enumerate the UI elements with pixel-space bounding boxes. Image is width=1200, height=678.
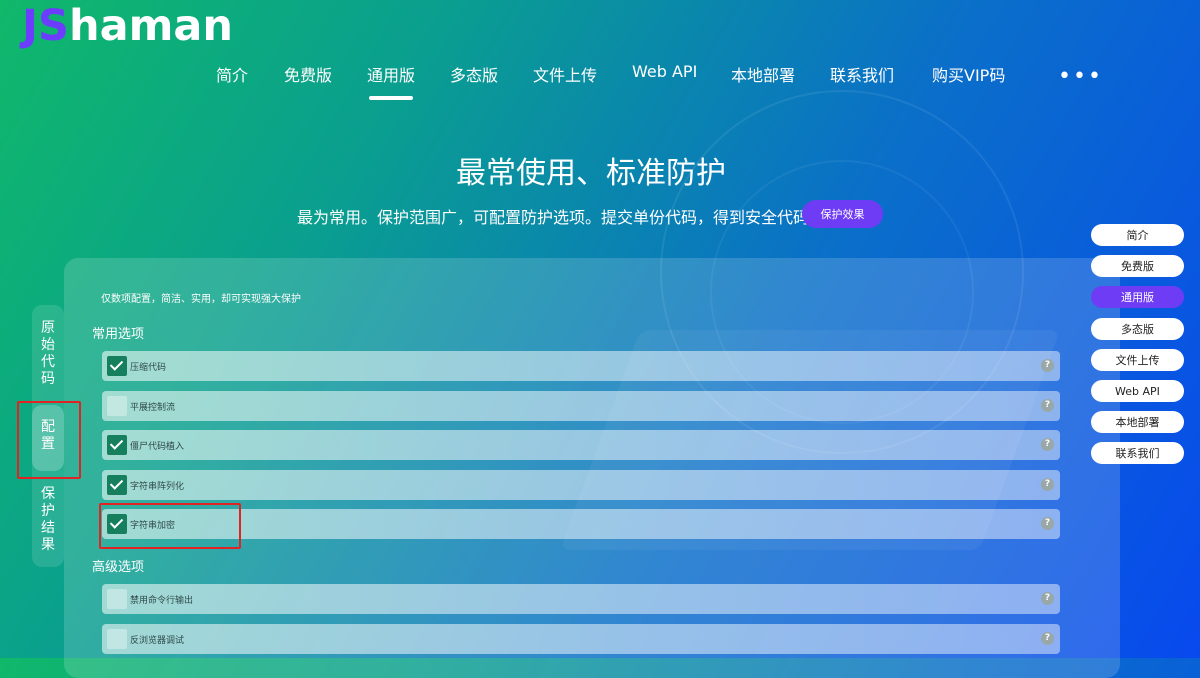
option-label: 僵尸代码植入	[130, 442, 185, 452]
option-label: 平展控制流	[130, 402, 176, 413]
option-row[interactable]: 压缩代码?	[102, 351, 1060, 381]
help-icon[interactable]: ?	[1041, 398, 1054, 412]
option-label: 禁用命令行输出	[130, 596, 194, 606]
option-label: 字符串阵列化	[130, 481, 185, 492]
option-row[interactable]: 禁用命令行输出?	[102, 584, 1060, 614]
nav-item-6[interactable]: 本地部署	[731, 62, 795, 86]
help-icon[interactable]: ?	[1041, 477, 1054, 491]
side-nav-item-0[interactable]: 简介	[1091, 224, 1184, 246]
option-row[interactable]: 平展控制流?	[102, 390, 1060, 421]
logo[interactable]: JShaman	[22, 2, 233, 50]
nav-item-3[interactable]: 多态版	[450, 62, 498, 86]
option-label: 字符串加密	[130, 521, 176, 531]
tab-protection-result[interactable]: 保护结果	[32, 486, 64, 556]
page-subtitle: 最为常用。保护范围广，可配置防护选项。提交单份代码，得到安全代码。	[297, 208, 826, 227]
panel-description: 仅数项配置，简洁、实用，却可实现强大保护	[101, 294, 301, 305]
nav-item-5[interactable]: Web API	[632, 62, 697, 81]
help-icon[interactable]: ?	[1041, 592, 1054, 605]
tab-original-code[interactable]: 原始代码	[32, 320, 64, 390]
help-icon[interactable]: ?	[1041, 359, 1054, 372]
nav-item-2[interactable]: 通用版	[367, 62, 415, 100]
advanced-options-title: 高级选项	[92, 560, 145, 575]
config-panel	[64, 258, 1120, 678]
nav-item-7[interactable]: 联系我们	[830, 62, 894, 86]
checkbox[interactable]	[107, 356, 127, 376]
help-icon[interactable]: ?	[1041, 438, 1054, 451]
checkbox[interactable]	[107, 474, 127, 495]
option-row[interactable]: 僵尸代码植入?	[102, 430, 1060, 460]
page-title: 最常使用、标准防护	[456, 156, 726, 191]
nav-item-0[interactable]: 简介	[216, 62, 248, 86]
more-icon[interactable]: •••	[1058, 64, 1103, 89]
checkbox[interactable]	[107, 514, 127, 534]
option-label: 反浏览器调试	[130, 635, 185, 646]
option-row[interactable]: 字符串阵列化?	[102, 469, 1060, 500]
side-nav-item-2[interactable]: 通用版	[1091, 286, 1184, 309]
nav-item-8[interactable]: 购买VIP码	[932, 62, 1005, 86]
side-nav-item-5[interactable]: Web API	[1091, 380, 1184, 402]
nav-item-4[interactable]: 文件上传	[533, 62, 597, 86]
side-nav-item-4[interactable]: 文件上传	[1091, 348, 1184, 371]
nav-item-1[interactable]: 免费版	[284, 62, 332, 86]
option-row[interactable]: 反浏览器调试?	[102, 623, 1060, 654]
option-row[interactable]: 字符串加密?	[102, 509, 1060, 539]
checkbox[interactable]	[107, 395, 127, 416]
side-nav-item-3[interactable]: 多态版	[1091, 317, 1184, 340]
checkbox[interactable]	[107, 435, 127, 455]
side-nav-item-6[interactable]: 本地部署	[1091, 411, 1184, 434]
side-nav-item-1[interactable]: 免费版	[1091, 255, 1184, 278]
checkbox[interactable]	[107, 589, 127, 609]
help-icon[interactable]: ?	[1041, 517, 1054, 530]
help-icon[interactable]: ?	[1041, 631, 1054, 645]
tab-config[interactable]: 配置	[32, 405, 64, 471]
protection-effect-button[interactable]: 保护效果	[802, 200, 883, 228]
common-options-title: 常用选项	[92, 327, 145, 342]
checkbox[interactable]	[107, 628, 127, 649]
option-label: 压缩代码	[130, 363, 167, 373]
side-nav-item-7[interactable]: 联系我们	[1091, 442, 1184, 465]
